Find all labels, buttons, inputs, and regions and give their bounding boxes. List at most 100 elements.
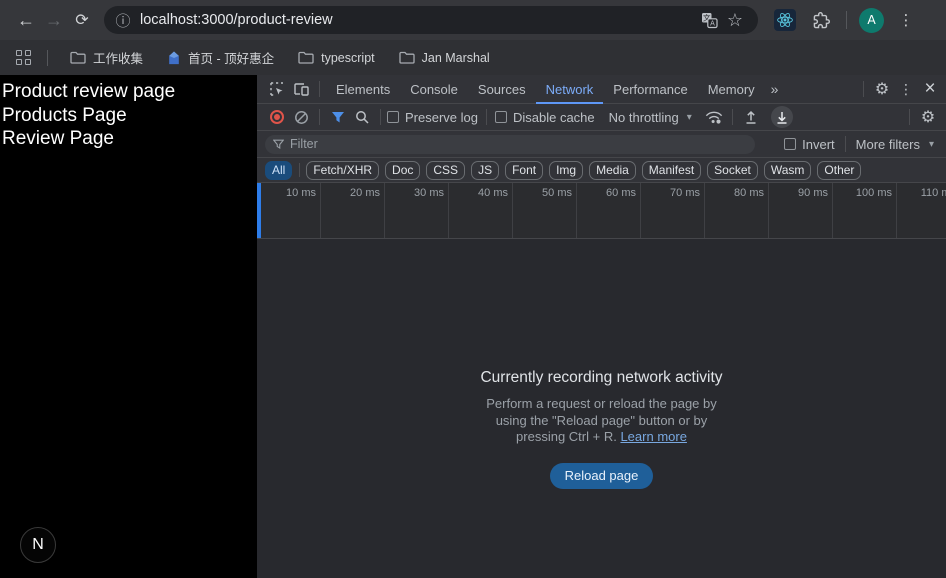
record-icon[interactable]	[265, 106, 289, 128]
bookmark-star-icon[interactable]: ☆	[722, 7, 748, 33]
network-empty-state: Currently recording network activity Per…	[257, 239, 946, 578]
ruler-tick: 90 ms	[769, 183, 832, 199]
preserve-log-checkbox[interactable]	[387, 111, 399, 123]
ruler-tick: 100 ms	[833, 183, 896, 199]
empty-state-line3: pressing Ctrl + R.	[516, 429, 620, 444]
clear-icon[interactable]	[289, 106, 313, 128]
browser-menu-icon[interactable]: ⋮	[896, 11, 916, 29]
url-text[interactable]: localhost:3000/product-review	[140, 12, 333, 28]
filter-funnel-icon[interactable]	[326, 106, 350, 128]
tabbar-divider	[319, 81, 320, 97]
page-content: Product review page Products Page Review…	[0, 75, 256, 578]
chips-divider	[299, 163, 300, 177]
network-overview-ruler[interactable]: 10 ms 20 ms 30 ms 40 ms 50 ms 60 ms 70 m…	[257, 183, 946, 239]
network-filter-row: Filter Invert More filters ▾	[257, 131, 946, 158]
empty-state-line2: using the "Reload page" button or by	[496, 413, 708, 428]
tab-memory[interactable]: Memory	[698, 75, 765, 104]
bookmarks-bar: 工作收集 首页 - 顶好惠企 typescript Jan Marshal	[0, 40, 946, 75]
filter-placeholder: Filter	[290, 137, 318, 151]
chip-other[interactable]: Other	[817, 161, 861, 180]
profile-avatar[interactable]: A	[859, 8, 884, 33]
inspect-icon[interactable]	[265, 78, 289, 100]
import-har-icon[interactable]	[739, 106, 763, 128]
reload-page-button[interactable]: Reload page	[550, 463, 654, 489]
device-toolbar-icon[interactable]	[289, 78, 313, 100]
tab-network[interactable]: Network	[536, 75, 604, 104]
chip-js[interactable]: JS	[471, 161, 499, 180]
tab-elements[interactable]: Elements	[326, 75, 400, 104]
extensions-icon[interactable]	[808, 7, 834, 33]
tabbar-divider	[863, 81, 864, 97]
toolbar-divider	[845, 136, 846, 152]
empty-state-line1: Perform a request or reload the page by	[486, 396, 717, 411]
browser-window: ← → ⟳ ⓘ localhost:3000/product-review 文 …	[0, 0, 946, 578]
chip-doc[interactable]: Doc	[385, 161, 420, 180]
bookmarks-divider	[47, 50, 48, 66]
products-page-link[interactable]: Products Page	[0, 104, 256, 128]
nextjs-logo[interactable]: N	[20, 527, 56, 563]
request-type-chips: All Fetch/XHR Doc CSS JS Font Img Media …	[257, 158, 946, 183]
ruler-tick: 70 ms	[641, 183, 704, 199]
review-page-link[interactable]: Review Page	[0, 127, 256, 151]
chip-media[interactable]: Media	[589, 161, 636, 180]
chip-manifest[interactable]: Manifest	[642, 161, 701, 180]
site-info-icon[interactable]: ⓘ	[112, 10, 134, 31]
translate-icon[interactable]: 文 A	[696, 7, 722, 33]
react-devtools-icon[interactable]	[774, 9, 796, 31]
ruler-tick: 110 ms	[897, 183, 946, 199]
more-tabs-icon[interactable]: »	[765, 81, 785, 97]
bookmark-folder-jan-marshal[interactable]: Jan Marshal	[399, 51, 490, 65]
search-icon[interactable]	[350, 106, 374, 128]
more-filters-button[interactable]: More filters	[856, 137, 920, 152]
back-icon[interactable]: ←	[12, 6, 40, 34]
chip-wasm[interactable]: Wasm	[764, 161, 812, 180]
disable-cache-label[interactable]: Disable cache	[513, 110, 595, 125]
network-toolbar: Preserve log Disable cache No throttling…	[257, 104, 946, 131]
toolbar-divider	[846, 11, 847, 29]
chip-img[interactable]: Img	[549, 161, 583, 180]
invert-label[interactable]: Invert	[802, 137, 835, 152]
bookmark-folder-typescript[interactable]: typescript	[298, 51, 375, 65]
site-favicon	[167, 51, 181, 65]
reload-icon[interactable]: ⟳	[68, 6, 96, 34]
toolbar-divider	[380, 109, 381, 125]
chip-css[interactable]: CSS	[426, 161, 465, 180]
disable-cache-checkbox[interactable]	[495, 111, 507, 123]
filter-field-funnel-icon	[273, 139, 284, 150]
network-conditions-icon[interactable]	[702, 106, 726, 128]
browser-toolbar: ← → ⟳ ⓘ localhost:3000/product-review 文 …	[0, 0, 946, 40]
bookmark-label: Jan Marshal	[422, 51, 490, 65]
recording-start-marker	[257, 183, 261, 238]
invert-checkbox[interactable]	[784, 138, 796, 150]
apps-grid-icon[interactable]	[16, 50, 31, 65]
address-bar[interactable]: ⓘ localhost:3000/product-review 文 A ☆	[104, 6, 758, 34]
chip-all[interactable]: All	[265, 161, 292, 180]
tab-console[interactable]: Console	[400, 75, 468, 104]
chip-font[interactable]: Font	[505, 161, 543, 180]
preserve-log-label[interactable]: Preserve log	[405, 110, 478, 125]
tab-sources[interactable]: Sources	[468, 75, 536, 104]
chip-fetch-xhr[interactable]: Fetch/XHR	[306, 161, 379, 180]
throttling-chevron-icon: ▾	[687, 112, 692, 123]
throttling-select[interactable]: No throttling ▾	[609, 110, 692, 125]
throttling-value: No throttling	[609, 110, 679, 125]
ruler-tick: 80 ms	[705, 183, 768, 199]
bookmark-site-home[interactable]: 首页 - 顶好惠企	[167, 48, 274, 67]
bookmark-folder-work[interactable]: 工作收集	[70, 48, 143, 67]
export-har-icon[interactable]	[771, 106, 793, 128]
ruler-tick: 30 ms	[385, 183, 448, 199]
toolbar-divider	[732, 109, 733, 125]
filter-input[interactable]: Filter	[265, 135, 755, 154]
learn-more-link[interactable]: Learn more	[620, 429, 686, 444]
tab-performance[interactable]: Performance	[603, 75, 697, 104]
devtools-menu-icon[interactable]: ⋮	[894, 78, 918, 100]
devtools-close-icon[interactable]: ×	[918, 78, 942, 100]
more-filters-chevron-icon: ▾	[929, 139, 934, 150]
forward-icon[interactable]: →	[40, 6, 68, 34]
page-title: Product review page	[0, 75, 256, 104]
devtools-settings-icon[interactable]: ⚙	[870, 78, 894, 100]
folder-icon	[399, 51, 415, 64]
bookmark-label: 工作收集	[93, 48, 143, 67]
network-settings-icon[interactable]: ⚙	[916, 106, 940, 128]
chip-socket[interactable]: Socket	[707, 161, 758, 180]
